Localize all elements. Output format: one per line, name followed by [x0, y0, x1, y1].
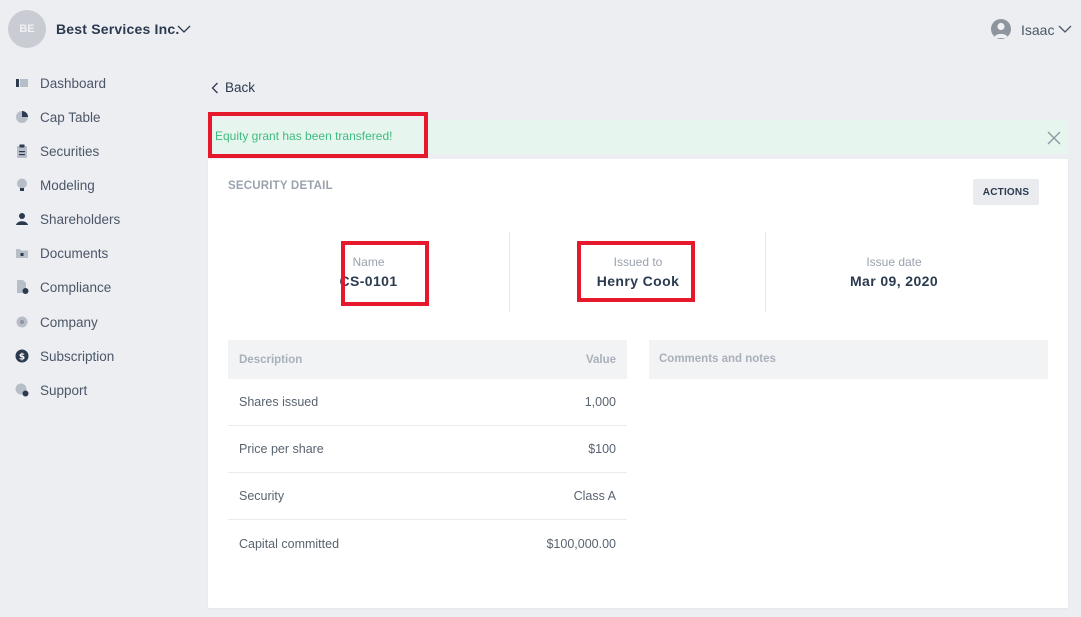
chevron-down-icon[interactable] [1058, 22, 1072, 36]
table-row: Capital committed $100,000.00 [228, 520, 627, 567]
sidebar-item-dashboard[interactable]: Dashboard [14, 72, 106, 94]
user-name[interactable]: Isaac [1021, 22, 1054, 38]
row-value: $100,000.00 [546, 536, 616, 551]
column-header-value: Value [585, 353, 616, 366]
clipboard-icon [14, 143, 30, 159]
table-row: Shares issued 1,000 [228, 379, 627, 426]
comments-panel: Comments and notes [649, 340, 1048, 379]
sidebar-item-securities[interactable]: Securities [14, 140, 99, 162]
sidebar-item-modeling[interactable]: Modeling [14, 174, 95, 196]
row-description: Capital committed [239, 536, 340, 551]
back-label: Back [225, 80, 256, 95]
highlight-box-alert [208, 112, 428, 158]
summary-value: Mar 09, 2020 [849, 273, 939, 289]
row-description: Shares issued [239, 395, 319, 409]
security-detail-card: SECURITY DETAIL ACTIONS Name CS-0101 Iss… [208, 159, 1068, 608]
sidebar-item-label: Cap Table [40, 109, 101, 125]
sidebar-item-shareholders[interactable]: Shareholders [14, 208, 120, 230]
sidebar-item-label: Company [40, 314, 98, 330]
chevron-left-icon [211, 82, 218, 93]
card-title: SECURITY DETAIL [228, 180, 333, 192]
table-header: Description Value [228, 340, 627, 379]
sidebar-item-label: Compliance [40, 279, 112, 295]
sidebar-item-label: Documents [40, 245, 109, 261]
company-avatar[interactable]: BE [8, 10, 46, 48]
company-name[interactable]: Best Services Inc. [56, 21, 179, 37]
column-header-description: Description [239, 353, 303, 366]
pie-chart-icon [14, 109, 30, 125]
highlight-box-issued-to [577, 241, 695, 302]
svg-text:$: $ [19, 353, 25, 363]
dashboard-icon [14, 75, 30, 91]
support-icon [14, 382, 30, 398]
sidebar-item-label: Securities [40, 143, 100, 159]
bulb-icon [14, 177, 30, 193]
sidebar-item-documents[interactable]: Documents [14, 242, 108, 264]
document-check-icon [14, 279, 30, 295]
sidebar-item-label: Subscription [40, 348, 115, 364]
row-value: 1,000 [584, 395, 616, 409]
folder-icon [14, 245, 30, 261]
table-row: Price per share $100 [228, 426, 627, 473]
actions-button[interactable]: ACTIONS [973, 179, 1039, 205]
sidebar-item-subscription[interactable]: $ Subscription [14, 345, 114, 367]
sidebar-item-cap-table[interactable]: Cap Table [14, 106, 101, 128]
top-bar: BE Best Services Inc. Isaac [0, 0, 1081, 58]
sidebar-item-compliance[interactable]: Compliance [14, 276, 111, 298]
row-value: $100 [588, 442, 616, 456]
highlight-box-name [341, 241, 429, 306]
table-row: Security Class A [228, 473, 627, 520]
sidebar-item-support[interactable]: Support [14, 379, 87, 401]
sidebar-item-label: Shareholders [40, 211, 121, 227]
building-icon [14, 314, 30, 330]
user-avatar-icon[interactable] [991, 19, 1011, 39]
close-icon[interactable] [1047, 131, 1061, 145]
person-icon [14, 211, 30, 227]
dollar-icon: $ [14, 348, 30, 364]
comments-header: Comments and notes [659, 353, 776, 365]
summary-issue-date: Issue date Mar 09, 2020 [766, 232, 1022, 312]
sidebar-item-label: Support [40, 382, 88, 398]
row-description: Price per share [239, 442, 324, 456]
sidebar-item-label: Modeling [40, 177, 95, 193]
chevron-down-icon[interactable] [177, 22, 191, 36]
sidebar-item-label: Dashboard [40, 75, 107, 91]
row-value: Class A [573, 489, 616, 503]
row-description: Security [239, 489, 285, 503]
summary-label: Issue date [866, 255, 922, 269]
details-table: Description Value Shares issued 1,000 Pr… [228, 340, 627, 567]
back-link[interactable]: Back [211, 80, 255, 95]
sidebar-item-company[interactable]: Company [14, 311, 98, 333]
